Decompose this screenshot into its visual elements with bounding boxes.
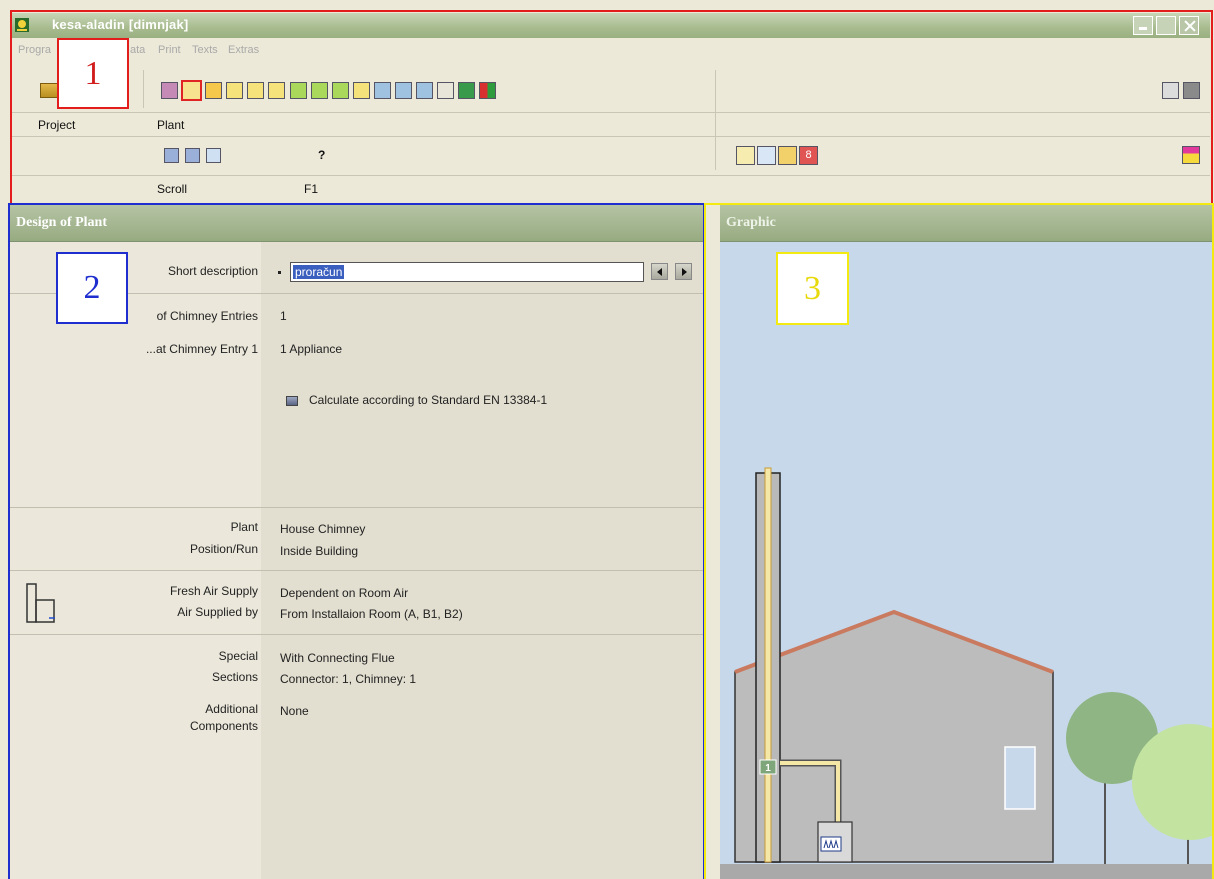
air-supplied-label: Air Supplied by bbox=[177, 605, 258, 619]
chimney-entry1-label: ...at Chimney Entry 1 bbox=[145, 342, 258, 356]
mirror-icon[interactable] bbox=[757, 146, 776, 165]
title-bar: kesa-aladin [dimnjak] bbox=[10, 13, 1210, 38]
additional-value[interactable]: None bbox=[280, 704, 309, 718]
plant-label: Plant bbox=[157, 118, 185, 132]
result-icon[interactable] bbox=[479, 82, 496, 99]
next-record-button[interactable] bbox=[675, 263, 692, 280]
graphic-panel-title: Graphic bbox=[726, 215, 776, 230]
air-supplied-value[interactable]: From Installaion Room (A, B1, B2) bbox=[280, 607, 463, 621]
chimney-entries-label: of Chimney Entries bbox=[156, 309, 258, 323]
additional-label: Additional bbox=[205, 702, 258, 716]
pipes-icon[interactable] bbox=[374, 82, 391, 99]
open-folder-icon[interactable] bbox=[40, 83, 58, 98]
annotation-label-3: 3 bbox=[776, 252, 849, 325]
house-window bbox=[1004, 746, 1036, 810]
fresh-air-value[interactable]: Dependent on Room Air bbox=[280, 586, 408, 600]
design-panel-title: Design of Plant bbox=[16, 215, 107, 230]
short-description-value: proračun bbox=[293, 265, 345, 279]
plant-design-icon[interactable] bbox=[181, 80, 202, 101]
chimney-entries-value[interactable]: 1 bbox=[280, 309, 287, 323]
cap-icon[interactable] bbox=[416, 82, 433, 99]
menu-bar: Progra ata Print Texts Extras bbox=[10, 38, 1210, 62]
special-value[interactable]: With Connecting Flue bbox=[280, 651, 395, 665]
calculator-icon[interactable] bbox=[458, 82, 475, 99]
position-run-label: Position/Run bbox=[189, 542, 258, 556]
toolbar: Project Plant ? 8 Scroll F1 bbox=[10, 62, 1210, 202]
pencil-icon[interactable] bbox=[778, 146, 797, 165]
sections-label: Sections bbox=[211, 670, 258, 684]
chimney-liner bbox=[764, 467, 772, 863]
fresh-air-icon bbox=[26, 583, 55, 623]
minimize-button[interactable] bbox=[1133, 16, 1153, 35]
chimney-entry-marker-label: 1 bbox=[765, 763, 771, 774]
help-icon[interactable]: ? bbox=[318, 148, 325, 162]
sun-icon[interactable] bbox=[205, 82, 222, 99]
elbow-icon[interactable] bbox=[395, 82, 412, 99]
plant-type-value[interactable]: House Chimney bbox=[280, 522, 365, 536]
checklist-icon[interactable] bbox=[437, 82, 454, 99]
app-icon bbox=[15, 18, 29, 32]
ground bbox=[720, 864, 1214, 879]
standard-checkbox[interactable] bbox=[286, 396, 298, 406]
grid-icon[interactable] bbox=[247, 82, 264, 99]
components-label: Components bbox=[189, 719, 258, 733]
clipboard-icon[interactable] bbox=[1162, 82, 1179, 99]
prev-record-button[interactable] bbox=[651, 263, 668, 280]
annotation-label-1: 1 bbox=[57, 38, 129, 109]
position-run-value[interactable]: Inside Building bbox=[280, 544, 358, 558]
menu-data[interactable]: ata bbox=[130, 44, 145, 56]
draw-icon[interactable] bbox=[736, 146, 755, 165]
special-label: Special bbox=[218, 649, 258, 663]
menu-texts[interactable]: Texts bbox=[192, 44, 218, 56]
bullet-icon bbox=[278, 271, 281, 274]
back-arrow-icon[interactable] bbox=[206, 148, 221, 163]
standard-label: Calculate according to Standard EN 13384… bbox=[309, 393, 548, 407]
menu-extras[interactable]: Extras bbox=[228, 44, 259, 56]
crosshair-icon[interactable] bbox=[290, 82, 307, 99]
menu-print[interactable]: Print bbox=[158, 44, 181, 56]
box-icon[interactable] bbox=[332, 82, 349, 99]
chimney-entry1-value[interactable]: 1 Appliance bbox=[280, 342, 342, 356]
scroll-label: Scroll bbox=[157, 182, 188, 196]
appliance-flame-icon bbox=[820, 836, 842, 852]
error-count-icon[interactable]: 8 bbox=[799, 146, 818, 165]
menu-program[interactable]: Progra bbox=[18, 44, 51, 56]
plant-type-label: Plant bbox=[230, 520, 258, 534]
annotation-label-2: 2 bbox=[56, 252, 128, 324]
close-button[interactable] bbox=[1179, 16, 1199, 35]
f1-label: F1 bbox=[304, 182, 319, 196]
window-icon[interactable] bbox=[226, 82, 243, 99]
graphic-panel-header: Graphic bbox=[720, 205, 1214, 242]
value-column bbox=[261, 242, 703, 879]
project-label: Project bbox=[38, 118, 76, 132]
project-data-icon[interactable] bbox=[161, 82, 178, 99]
short-description-input[interactable]: proračun bbox=[290, 262, 644, 282]
short-description-label: Short description bbox=[167, 264, 258, 278]
printer-icon[interactable] bbox=[1183, 82, 1200, 99]
color-palette-icon[interactable] bbox=[1182, 146, 1200, 164]
house-wall bbox=[734, 611, 1054, 863]
scroll-right-icon[interactable] bbox=[185, 148, 200, 163]
cross-grid-icon[interactable] bbox=[268, 82, 285, 99]
maximize-button[interactable] bbox=[1156, 16, 1176, 35]
bars-icon[interactable] bbox=[353, 82, 370, 99]
scroll-left-icon[interactable] bbox=[164, 148, 179, 163]
step-icon[interactable] bbox=[311, 82, 328, 99]
plant-graphic[interactable]: 1 bbox=[720, 242, 1214, 879]
window-title: kesa-aladin [dimnjak] bbox=[52, 17, 189, 32]
fresh-air-label: Fresh Air Supply bbox=[169, 584, 258, 598]
sections-value[interactable]: Connector: 1, Chimney: 1 bbox=[280, 672, 416, 686]
design-panel-header: Design of Plant bbox=[10, 205, 703, 242]
